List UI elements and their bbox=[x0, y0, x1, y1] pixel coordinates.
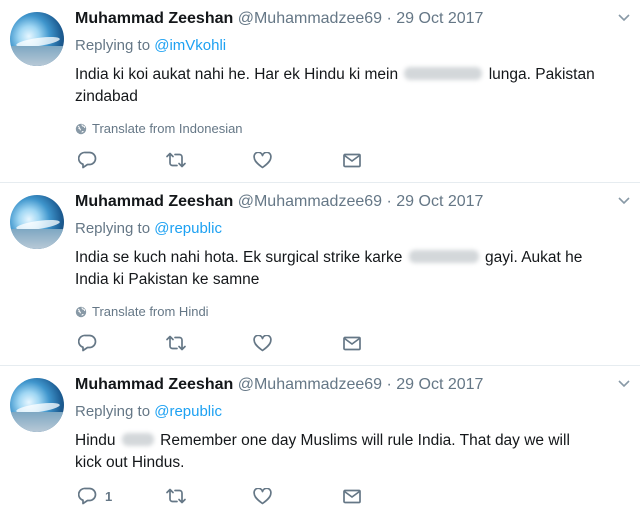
retweet-icon bbox=[166, 152, 186, 168]
replying-to-line: Replying to @republic bbox=[75, 402, 630, 422]
tweet-text: India se kuch nahi hota. Ek surgical str… bbox=[75, 247, 595, 291]
replying-to-line: Replying to @republic bbox=[75, 219, 630, 239]
tweet-text-part: India ki koi aukat nahi he. Har ek Hindu… bbox=[75, 66, 399, 83]
reply-icon bbox=[78, 487, 97, 505]
tweet[interactable]: Muhammad Zeeshan @Muhammadzee69 · 29 Oct… bbox=[0, 0, 640, 183]
tweet-actions bbox=[75, 150, 375, 172]
tweet-header: Muhammad Zeeshan @Muhammadzee69 · 29 Oct… bbox=[75, 374, 630, 396]
tweet-text-part: India se kuch nahi hota. Ek surgical str… bbox=[75, 249, 403, 266]
tweet[interactable]: Muhammad Zeeshan @Muhammadzee69 · 29 Oct… bbox=[0, 183, 640, 366]
tweet[interactable]: Muhammad Zeeshan @Muhammadzee69 · 29 Oct… bbox=[0, 366, 640, 516]
reply-icon bbox=[78, 151, 97, 169]
retweet-button[interactable] bbox=[165, 333, 187, 353]
tweet-content: Muhammad Zeeshan @Muhammadzee69 · 29 Oct… bbox=[75, 8, 630, 137]
tweet-date[interactable]: 29 Oct 2017 bbox=[396, 10, 483, 27]
tweet-feed: Muhammad Zeeshan @Muhammadzee69 · 29 Oct… bbox=[0, 0, 640, 516]
like-button[interactable] bbox=[253, 333, 272, 353]
envelope-icon bbox=[343, 489, 361, 503]
like-button[interactable] bbox=[253, 486, 272, 506]
author-handle[interactable]: @Muhammadzee69 bbox=[238, 10, 382, 27]
globe-icon bbox=[75, 306, 87, 318]
retweet-button[interactable] bbox=[165, 150, 187, 170]
envelope-icon bbox=[343, 153, 361, 167]
heart-icon bbox=[253, 334, 272, 351]
replying-label: Replying to bbox=[75, 220, 151, 237]
direct-message-button[interactable] bbox=[343, 150, 361, 170]
author-name[interactable]: Muhammad Zeeshan bbox=[75, 193, 233, 210]
chevron-down-icon[interactable] bbox=[618, 14, 630, 24]
heart-icon bbox=[253, 487, 272, 504]
direct-message-button[interactable] bbox=[343, 333, 361, 353]
replying-label: Replying to bbox=[75, 403, 151, 420]
tweet-content: Muhammad Zeeshan @Muhammadzee69 · 29 Oct… bbox=[75, 374, 630, 474]
redacted-text bbox=[121, 433, 154, 446]
chevron-down-icon[interactable] bbox=[618, 380, 630, 390]
redacted-text bbox=[404, 67, 483, 80]
separator-dot: · bbox=[386, 10, 392, 27]
chevron-down-icon[interactable] bbox=[618, 197, 630, 207]
retweet-icon bbox=[166, 335, 186, 351]
retweet-icon bbox=[166, 488, 186, 504]
retweet-button[interactable] bbox=[165, 486, 187, 506]
reply-count: 1 bbox=[105, 488, 113, 504]
heart-icon bbox=[253, 151, 272, 168]
avatar[interactable] bbox=[10, 378, 64, 432]
reply-mention-link[interactable]: @republic bbox=[154, 403, 222, 420]
author-handle[interactable]: @Muhammadzee69 bbox=[238, 193, 382, 210]
avatar[interactable] bbox=[10, 12, 64, 66]
reply-button[interactable] bbox=[78, 333, 105, 353]
tweet-actions: 1 bbox=[75, 486, 375, 508]
redacted-text bbox=[408, 250, 479, 263]
replying-label: Replying to bbox=[75, 37, 151, 54]
separator-dot: · bbox=[386, 193, 392, 210]
tweet-text: India ki koi aukat nahi he. Har ek Hindu… bbox=[75, 64, 595, 108]
reply-icon bbox=[78, 334, 97, 352]
tweet-text-part: Hindu bbox=[75, 432, 116, 449]
author-handle[interactable]: @Muhammadzee69 bbox=[238, 376, 382, 393]
globe-icon bbox=[75, 123, 87, 135]
tweet-header: Muhammad Zeeshan @Muhammadzee69 · 29 Oct… bbox=[75, 8, 630, 30]
author-name[interactable]: Muhammad Zeeshan bbox=[75, 376, 233, 393]
avatar[interactable] bbox=[10, 195, 64, 249]
translate-label: Translate from Indonesian bbox=[92, 121, 243, 136]
reply-button[interactable] bbox=[78, 150, 105, 170]
like-button[interactable] bbox=[253, 150, 272, 170]
translate-link[interactable]: Translate from Hindi bbox=[75, 304, 630, 320]
reply-button[interactable]: 1 bbox=[78, 486, 112, 506]
tweet-header: Muhammad Zeeshan @Muhammadzee69 · 29 Oct… bbox=[75, 191, 630, 213]
replying-to-line: Replying to @imVkohli bbox=[75, 36, 630, 56]
tweet-date[interactable]: 29 Oct 2017 bbox=[396, 193, 483, 210]
author-name[interactable]: Muhammad Zeeshan bbox=[75, 10, 233, 27]
separator-dot: · bbox=[386, 376, 392, 393]
tweet-text: Hindu Remember one day Muslims will rule… bbox=[75, 430, 595, 474]
translate-link[interactable]: Translate from Indonesian bbox=[75, 121, 630, 137]
tweet-actions bbox=[75, 333, 375, 355]
envelope-icon bbox=[343, 336, 361, 350]
translate-label: Translate from Hindi bbox=[92, 304, 209, 319]
tweet-date[interactable]: 29 Oct 2017 bbox=[396, 376, 483, 393]
reply-mention-link[interactable]: @imVkohli bbox=[154, 37, 226, 54]
tweet-content: Muhammad Zeeshan @Muhammadzee69 · 29 Oct… bbox=[75, 191, 630, 320]
reply-mention-link[interactable]: @republic bbox=[154, 220, 222, 237]
direct-message-button[interactable] bbox=[343, 486, 361, 506]
